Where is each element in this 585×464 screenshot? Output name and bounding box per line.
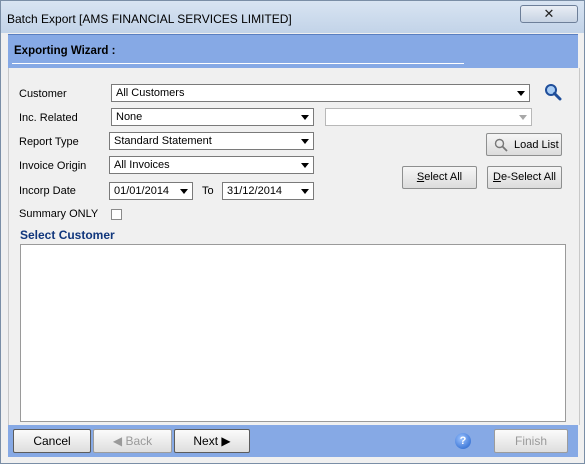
cancel-button[interactable]: Cancel — [13, 429, 91, 453]
inc-related-label: Inc. Related — [19, 112, 78, 124]
report-type-value: Standard Statement — [114, 135, 212, 147]
incorp-date-to-picker[interactable]: 31/12/2014 — [222, 182, 314, 200]
deselect-all-accel: D — [493, 171, 501, 183]
chevron-down-icon — [298, 134, 312, 148]
chevron-down-icon — [298, 110, 312, 124]
wizard-banner: Exporting Wizard : — [8, 34, 578, 69]
close-button[interactable]: ✕ — [520, 5, 578, 23]
load-list-label: Load List — [514, 139, 559, 151]
customer-select[interactable]: All Customers — [111, 84, 530, 102]
close-icon: ✕ — [543, 6, 555, 21]
incorp-date-to-value: 31/12/2014 — [227, 185, 283, 197]
cancel-label: Cancel — [33, 434, 71, 448]
window-title: Batch Export [AMS FINANCIAL SERVICES LIM… — [7, 12, 292, 26]
to-label: To — [202, 185, 214, 197]
inc-related-select[interactable]: None — [111, 108, 314, 126]
select-all-label: elect All — [424, 171, 463, 183]
next-arrow-icon: ▶ — [221, 434, 231, 448]
chevron-down-icon — [298, 184, 312, 198]
invoice-origin-value: All Invoices — [114, 159, 170, 171]
deselect-all-label: e-Select All — [500, 171, 556, 183]
incorp-date-from-value: 01/01/2014 — [114, 185, 170, 197]
load-list-button[interactable]: Load List — [486, 133, 562, 156]
summary-only-label: Summary ONLY — [19, 208, 99, 220]
incorp-date-from-picker[interactable]: 01/01/2014 — [109, 182, 193, 200]
customer-value: All Customers — [116, 87, 185, 99]
next-label: Next — [193, 434, 219, 448]
summary-only-checkbox[interactable] — [111, 209, 122, 220]
back-arrow-icon: ◀ — [112, 434, 123, 448]
chevron-down-icon — [514, 86, 528, 100]
inc-related-value: None — [116, 111, 143, 123]
banner-divider — [12, 63, 464, 64]
incorp-date-label: Incorp Date — [19, 185, 76, 197]
chevron-down-icon — [298, 158, 312, 172]
search-icon[interactable] — [544, 83, 562, 101]
export-form-panel: Customer All Customers Inc. Related None… — [8, 68, 580, 425]
magnifier-icon — [494, 138, 508, 152]
next-button[interactable]: Next ▶ — [174, 429, 250, 453]
inc-related-secondary-select — [325, 108, 532, 126]
report-type-label: Report Type — [19, 136, 79, 148]
deselect-all-button[interactable]: De-Select All — [487, 166, 562, 189]
wizard-title: Exporting Wizard : — [14, 45, 116, 57]
finish-label: Finish — [514, 434, 547, 448]
finish-button: Finish — [494, 429, 568, 453]
select-all-button[interactable]: Select All — [402, 166, 477, 189]
batch-export-window: Batch Export [AMS FINANCIAL SERVICES LIM… — [0, 0, 585, 464]
back-button: ◀ Back — [93, 429, 172, 453]
help-glyph: ? — [459, 435, 467, 447]
title-bar: Batch Export [AMS FINANCIAL SERVICES LIM… — [1, 1, 584, 33]
wizard-footer: Cancel ◀ Back Next ▶ ? Finish — [8, 425, 578, 457]
customer-list[interactable] — [20, 244, 566, 422]
chevron-down-icon — [516, 110, 530, 124]
back-label: Back — [125, 434, 153, 448]
help-icon[interactable]: ? — [455, 433, 471, 449]
chevron-down-icon — [177, 184, 191, 198]
invoice-origin-select[interactable]: All Invoices — [109, 156, 314, 174]
report-type-select[interactable]: Standard Statement — [109, 132, 314, 150]
customer-label: Customer — [19, 88, 67, 100]
select-customer-heading: Select Customer — [20, 228, 115, 242]
invoice-origin-label: Invoice Origin — [19, 160, 87, 172]
